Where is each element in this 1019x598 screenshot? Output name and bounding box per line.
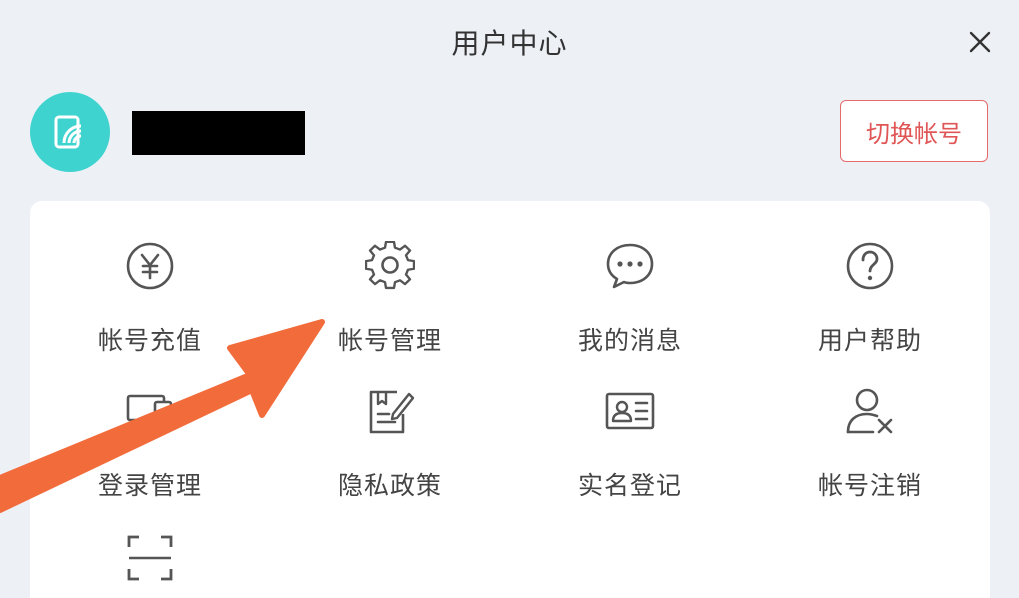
- scan-icon: [127, 535, 173, 581]
- dialog-title: 用户中心: [451, 27, 568, 60]
- menu-item-privacy-policy[interactable]: 隐私政策: [270, 346, 510, 500]
- user-remove-icon: [846, 388, 893, 434]
- menu-item-recharge[interactable]: 帐号充值: [30, 201, 270, 355]
- menu-item-label: 隐私政策: [337, 471, 442, 500]
- switch-account-button[interactable]: 切换帐号: [840, 100, 988, 162]
- app-logo-icon: [54, 115, 82, 149]
- menu-item-scan[interactable]: [30, 491, 270, 598]
- menu-item-help[interactable]: 用户帮助: [750, 201, 990, 355]
- close-icon: [969, 31, 991, 53]
- id-card-icon: [605, 392, 655, 430]
- document-edit-icon: [369, 390, 415, 434]
- menu-item-account-cancel[interactable]: 帐号注销: [750, 346, 990, 500]
- menu-item-login-management[interactable]: 登录管理: [30, 346, 270, 500]
- close-button[interactable]: [962, 24, 998, 60]
- avatar[interactable]: [30, 92, 110, 172]
- menu-item-real-name[interactable]: 实名登记: [510, 346, 750, 500]
- user-center-dialog: 用户中心 切换帐号 帐号充值 帐号管理 我的消息 用户帮助 登录管理 隐私政策 …: [0, 0, 1019, 598]
- gear-icon: [365, 241, 415, 290]
- menu-panel: 帐号充值 帐号管理 我的消息 用户帮助 登录管理 隐私政策 实名登记 帐号注销: [30, 201, 990, 598]
- devices-icon: [126, 394, 173, 430]
- menu-item-account-management[interactable]: 帐号管理: [270, 201, 510, 355]
- username-redacted: [132, 111, 305, 155]
- menu-item-label: 帐号注销: [817, 471, 922, 500]
- menu-item-label: 实名登记: [577, 471, 682, 500]
- chat-bubble-icon: [606, 243, 654, 289]
- question-icon: [846, 242, 894, 290]
- menu-item-messages[interactable]: 我的消息: [510, 201, 750, 355]
- yen-icon: [126, 242, 174, 290]
